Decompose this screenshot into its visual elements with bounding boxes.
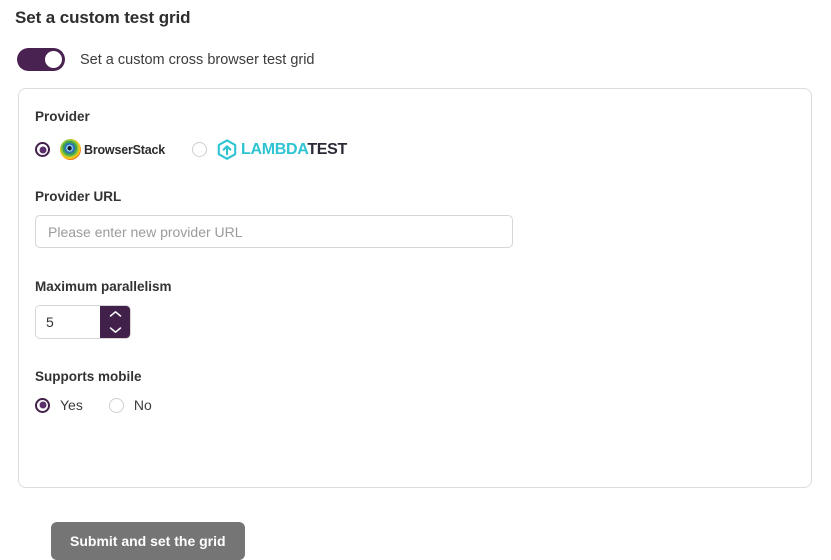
max-parallelism-label: Maximum parallelism [35,279,172,294]
supports-mobile-label-no: No [133,397,152,413]
supports-mobile-label-yes: Yes [60,397,83,413]
supports-mobile-field-group: Supports mobile Yes No [35,369,152,413]
supports-mobile-option-yes[interactable]: Yes [35,397,83,413]
custom-test-grid-page: Set a custom test grid Set a custom cros… [0,0,831,560]
page-title: Set a custom test grid [15,8,191,27]
supports-mobile-radio-group: Yes No [35,397,152,413]
custom-grid-toggle[interactable] [17,48,65,71]
submit-grid-button[interactable]: Submit and set the grid [51,522,245,560]
stepper-decrement-button[interactable] [100,322,130,338]
provider-label: Provider [35,109,90,124]
stepper-increment-button[interactable] [100,306,130,322]
custom-grid-toggle-label: Set a custom cross browser test grid [80,51,315,68]
browserstack-wordmark: BrowserStack [84,142,165,157]
lambdatest-logo: LAMBDATEST [217,139,347,160]
stepper-buttons [100,306,130,338]
browserstack-logo: BrowserStack [60,139,165,160]
provider-field-group: Provider BrowserStack LAMBDATEST [35,109,347,160]
provider-url-label: Provider URL [35,189,122,204]
max-parallelism-field-group: Maximum parallelism [35,279,172,339]
custom-grid-toggle-row: Set a custom cross browser test grid [17,48,315,71]
supports-mobile-radio-no[interactable] [108,397,124,413]
provider-url-input[interactable] [35,215,513,248]
chevron-up-icon [109,311,121,317]
max-parallelism-input[interactable] [36,306,100,338]
lambdatest-wordmark-secondary: TEST [307,140,348,158]
provider-url-field-group: Provider URL [35,189,513,248]
chevron-down-icon [109,327,121,333]
provider-option-browserstack[interactable]: BrowserStack [35,139,165,160]
supports-mobile-option-no[interactable]: No [108,397,152,413]
max-parallelism-stepper [35,305,131,339]
custom-grid-form-card: Provider BrowserStack LAMBDATEST Provide… [18,88,812,560]
provider-radio-group: BrowserStack LAMBDATEST [35,139,347,160]
supports-mobile-label: Supports mobile [35,369,142,384]
browserstack-logo-icon [60,139,81,160]
toggle-knob [45,51,62,68]
supports-mobile-radio-yes[interactable] [35,397,50,413]
provider-option-lambdatest[interactable]: LAMBDATEST [191,139,347,160]
provider-radio-lambdatest[interactable] [191,142,207,157]
provider-radio-browserstack[interactable] [35,142,50,157]
lambdatest-wordmark-primary: LAMBDA [240,140,308,158]
lambdatest-logo-icon [217,139,237,160]
lambdatest-wordmark: LAMBDATEST [241,141,347,159]
